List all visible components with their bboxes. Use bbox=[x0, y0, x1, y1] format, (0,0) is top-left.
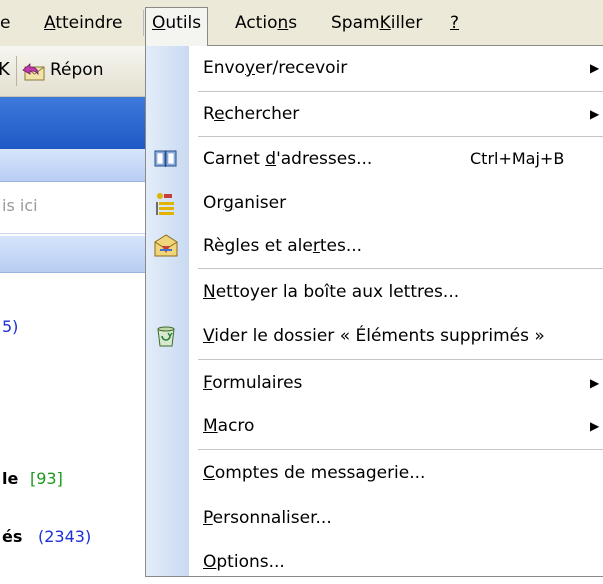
menu-fragment-left-label: e bbox=[0, 13, 11, 33]
submenu-arrow-icon: ▶ bbox=[590, 107, 600, 121]
toolbar: K Répon bbox=[0, 46, 145, 97]
rules-alerts-icon bbox=[153, 233, 179, 259]
menu-fragment-left[interactable]: e bbox=[0, 8, 16, 38]
close-icon[interactable]: K bbox=[0, 59, 10, 80]
menu-item-label: Carnet d'adresses... bbox=[203, 149, 373, 169]
reply-icon bbox=[22, 61, 46, 81]
folder-label[interactable]: és bbox=[2, 527, 22, 546]
menu-item-rules-alerts[interactable]: Règles et alertes... bbox=[146, 224, 603, 268]
search-input[interactable]: is ici bbox=[0, 182, 145, 234]
organize-icon bbox=[153, 190, 179, 216]
menu-item-label: Personnaliser... bbox=[203, 508, 332, 528]
menu-separator bbox=[198, 449, 603, 450]
menu-item-email-accounts[interactable]: Comptes de messagerie... bbox=[146, 451, 603, 495]
menu-item-send-receive[interactable]: Envoyer/recevoir ▶ bbox=[146, 46, 603, 90]
search-placeholder: is ici bbox=[2, 196, 38, 215]
menu-item-mailbox-cleanup[interactable]: Nettoyer la boîte aux lettres... bbox=[146, 270, 603, 314]
menu-item-label: Nettoyer la boîte aux lettres... bbox=[203, 282, 460, 302]
menu-label-part: tteindre bbox=[55, 13, 123, 33]
outlook-window: e Atteindre Outils Actions SpamKiller ? … bbox=[0, 0, 603, 577]
menu-accelerator: ? bbox=[450, 13, 460, 33]
folder-list: 5) le [93] és (2343) bbox=[0, 273, 145, 566]
menu-item-label: Options... bbox=[203, 552, 285, 572]
reply-button-label: Répon bbox=[50, 60, 104, 80]
menu-item-label: Rechercher bbox=[203, 104, 300, 124]
submenu-arrow-icon: ▶ bbox=[590, 376, 600, 390]
folder-label[interactable]: le bbox=[2, 469, 18, 488]
menu-divider bbox=[143, 10, 144, 36]
menu-item-address-book[interactable]: Carnet d'adresses... Ctrl+Maj+B bbox=[146, 137, 603, 181]
toolbar-divider bbox=[16, 56, 17, 86]
menu-accelerator: O bbox=[152, 13, 166, 33]
menu-item-label: Règles et alertes... bbox=[203, 236, 363, 256]
menu-item-forms[interactable]: Formulaires ▶ bbox=[146, 361, 603, 405]
menu-item-organize[interactable]: Organiser bbox=[146, 181, 603, 225]
reply-button[interactable]: Répon bbox=[22, 57, 152, 85]
menu-label-part: s bbox=[288, 13, 298, 33]
menu-label-part: iller bbox=[390, 13, 423, 33]
menu-separator bbox=[198, 359, 603, 360]
menu-accelerator: K bbox=[379, 13, 391, 33]
navigation-pane-header bbox=[0, 97, 145, 149]
address-book-icon bbox=[153, 146, 179, 172]
menu-atteindre[interactable]: Atteindre bbox=[38, 8, 129, 38]
menu-item-label: Macro bbox=[203, 416, 255, 436]
trash-icon bbox=[153, 323, 179, 349]
submenu-arrow-icon: ▶ bbox=[590, 419, 600, 433]
menu-accelerator: n bbox=[277, 13, 289, 33]
menu-outils[interactable]: Outils bbox=[145, 7, 209, 46]
submenu-arrow-icon: ▶ bbox=[590, 61, 600, 75]
menu-item-empty-deleted-items[interactable]: Vider le dossier « Éléments supprimés » bbox=[146, 314, 603, 358]
menu-actions[interactable]: Actions bbox=[229, 8, 303, 38]
menu-item-label: Vider le dossier « Éléments supprimés » bbox=[203, 326, 545, 346]
menu-item-search[interactable]: Rechercher ▶ bbox=[146, 92, 603, 136]
menu-item-macro[interactable]: Macro ▶ bbox=[146, 404, 603, 448]
folder-unread-count[interactable]: 5) bbox=[2, 317, 18, 336]
menu-label-part: Actio bbox=[235, 13, 278, 33]
menu-item-label: Organiser bbox=[203, 193, 287, 213]
menu-label-part: Spam bbox=[331, 13, 380, 33]
menu-item-label: Envoyer/recevoir bbox=[203, 58, 348, 78]
menu-spamkiller[interactable]: SpamKiller bbox=[325, 8, 428, 38]
menu-accelerator: A bbox=[44, 13, 56, 33]
navigation-pane-band bbox=[0, 149, 145, 182]
menu-item-label: Comptes de messagerie... bbox=[203, 463, 426, 483]
menu-help[interactable]: ? bbox=[444, 8, 465, 38]
menu-item-customize[interactable]: Personnaliser... bbox=[146, 496, 603, 540]
menu-item-shortcut: Ctrl+Maj+B bbox=[470, 149, 565, 168]
menu-item-options[interactable]: Options... bbox=[146, 540, 603, 584]
folder-item-count: [93] bbox=[30, 469, 63, 488]
navigation-pane-band bbox=[0, 236, 145, 273]
folder-unread-count: (2343) bbox=[38, 527, 92, 546]
menu-bar: e Atteindre Outils Actions SpamKiller ? bbox=[0, 0, 603, 47]
menu-separator bbox=[198, 268, 603, 269]
menu-item-label: Formulaires bbox=[203, 373, 303, 393]
menu-label-part: utils bbox=[165, 13, 202, 33]
tools-dropdown-menu: Envoyer/recevoir ▶ Rechercher ▶ Carnet d… bbox=[145, 45, 603, 577]
